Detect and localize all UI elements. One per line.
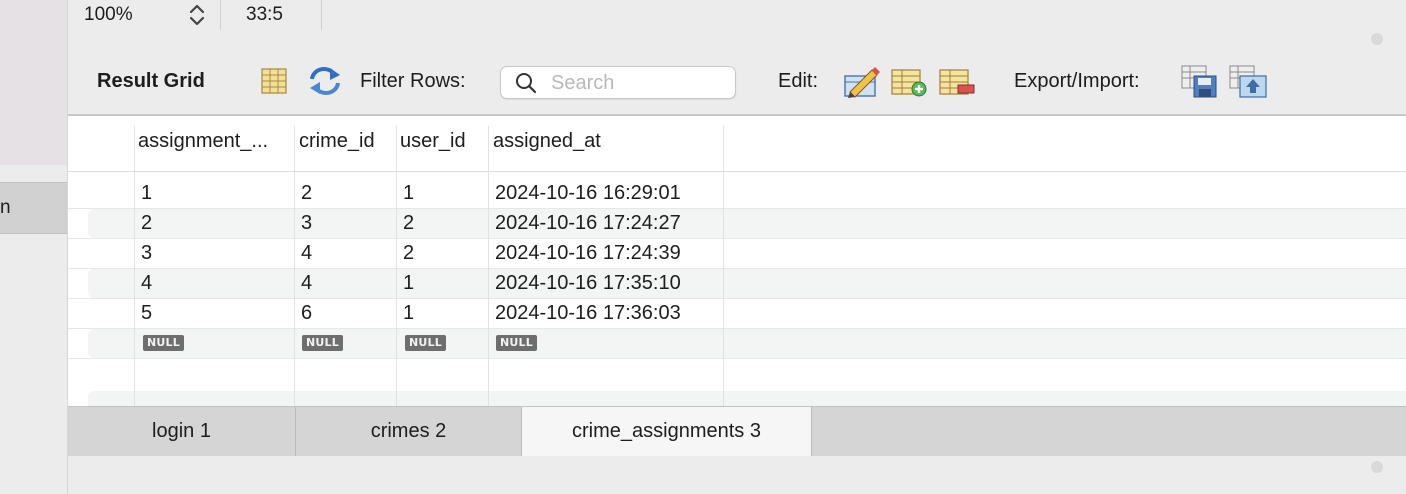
table-cell[interactable]: 2024-10-16 17:24:39 [495,242,681,265]
column-divider [723,126,724,406]
null-badge[interactable]: NULL [143,335,184,351]
zoom-stepper-icon[interactable] [188,3,206,27]
table-row[interactable]: 3 4 2 2024-10-16 17:24:39 [68,239,1406,269]
result-toolbar: Result Grid Filter Rows: Search Edit: Ex… [68,52,1406,114]
panel-resize-handle-icon[interactable] [1371,461,1383,473]
column-header[interactable]: user_id [400,130,486,153]
table-cell[interactable]: 2 [403,212,414,235]
table-cell[interactable]: 2024-10-16 16:29:01 [495,182,681,205]
bottom-panel [68,456,1406,494]
table-row[interactable]: 5 6 1 2024-10-16 17:36:03 [68,299,1406,329]
new-row[interactable]: NULL NULL NULL NULL [68,329,1406,359]
table-cell[interactable]: 4 [301,242,312,265]
result-panel: 100% 33:5 Result Grid Filter Rows: Searc… [67,0,1406,494]
table-cell[interactable]: 1 [403,302,414,325]
table-cell[interactable]: 3 [301,212,312,235]
table-cell[interactable]: 5 [141,302,152,325]
add-row-icon[interactable] [890,66,928,103]
table-cell[interactable]: 1 [403,272,414,295]
column-divider [134,126,135,406]
search-input[interactable] [551,71,721,95]
null-badge[interactable]: NULL [496,335,537,351]
left-panel: n [0,0,67,494]
result-grid[interactable]: assignment_... crime_id user_id assigned… [68,116,1406,406]
tab-login-1[interactable]: login 1 [68,407,296,457]
export-import-label: Export/Import: [1014,70,1140,92]
edit-label: Edit: [778,70,819,92]
table-cell[interactable]: 2024-10-16 17:24:27 [495,212,681,235]
null-badge[interactable]: NULL [405,335,446,351]
table-row[interactable]: 1 2 1 2024-10-16 16:29:01 [68,179,1406,209]
refresh-icon[interactable] [308,66,342,101]
table-cell[interactable]: 6 [301,302,312,325]
tab-crimes-2[interactable]: crimes 2 [296,407,522,457]
table-cell[interactable]: 2024-10-16 17:36:03 [495,302,681,325]
table-cell[interactable]: 4 [141,272,152,295]
column-header[interactable]: crime_id [299,130,395,153]
table-cell[interactable]: 2 [301,182,312,205]
table-row[interactable]: 2 3 2 2024-10-16 17:24:27 [68,209,1406,239]
edit-row-icon[interactable] [842,64,880,103]
column-divider [488,126,489,406]
cursor-position: 33:5 [246,4,283,25]
column-divider [294,126,295,406]
sidebar-item[interactable]: n [0,182,67,234]
grid-header-row: assignment_... crime_id user_id assigned… [68,116,1406,172]
result-tabs: login 1 crimes 2 crime_assignments 3 [68,406,1406,457]
null-badge[interactable]: NULL [302,335,343,351]
table-cell[interactable]: 2024-10-16 17:35:10 [495,272,681,295]
table-row[interactable]: 4 4 1 2024-10-16 17:35:10 [68,269,1406,299]
empty-row [68,359,1406,389]
delete-row-icon[interactable] [938,66,976,103]
table-cell[interactable]: 2 [403,242,414,265]
panel-resize-handle-icon[interactable] [1371,33,1383,45]
filter-rows-label: Filter Rows: [360,70,466,92]
result-grid-title: Result Grid [97,70,205,92]
import-icon[interactable] [1228,64,1268,103]
statusbar-divider [321,0,322,30]
tab-crime-assignments-3[interactable]: crime_assignments 3 [522,407,812,457]
column-divider [396,126,397,406]
editor-statusbar: 100% 33:5 [68,0,1406,45]
table-cell[interactable]: 3 [141,242,152,265]
grid-view-icon[interactable] [260,67,288,100]
table-cell[interactable]: 4 [301,272,312,295]
filter-search-box[interactable] [500,66,736,99]
left-panel-upper [0,0,67,165]
zoom-level: 100% [84,4,133,25]
export-save-icon[interactable] [1180,64,1218,103]
empty-row [68,391,1406,406]
statusbar-divider [220,0,221,30]
table-cell[interactable]: 2 [141,212,152,235]
sidebar-item-label: n [0,197,11,218]
table-cell[interactable]: 1 [403,182,414,205]
table-cell[interactable]: 1 [141,182,152,205]
column-header[interactable]: assigned_at [493,130,723,153]
column-header[interactable]: assignment_... [138,130,290,153]
search-icon [515,72,537,99]
